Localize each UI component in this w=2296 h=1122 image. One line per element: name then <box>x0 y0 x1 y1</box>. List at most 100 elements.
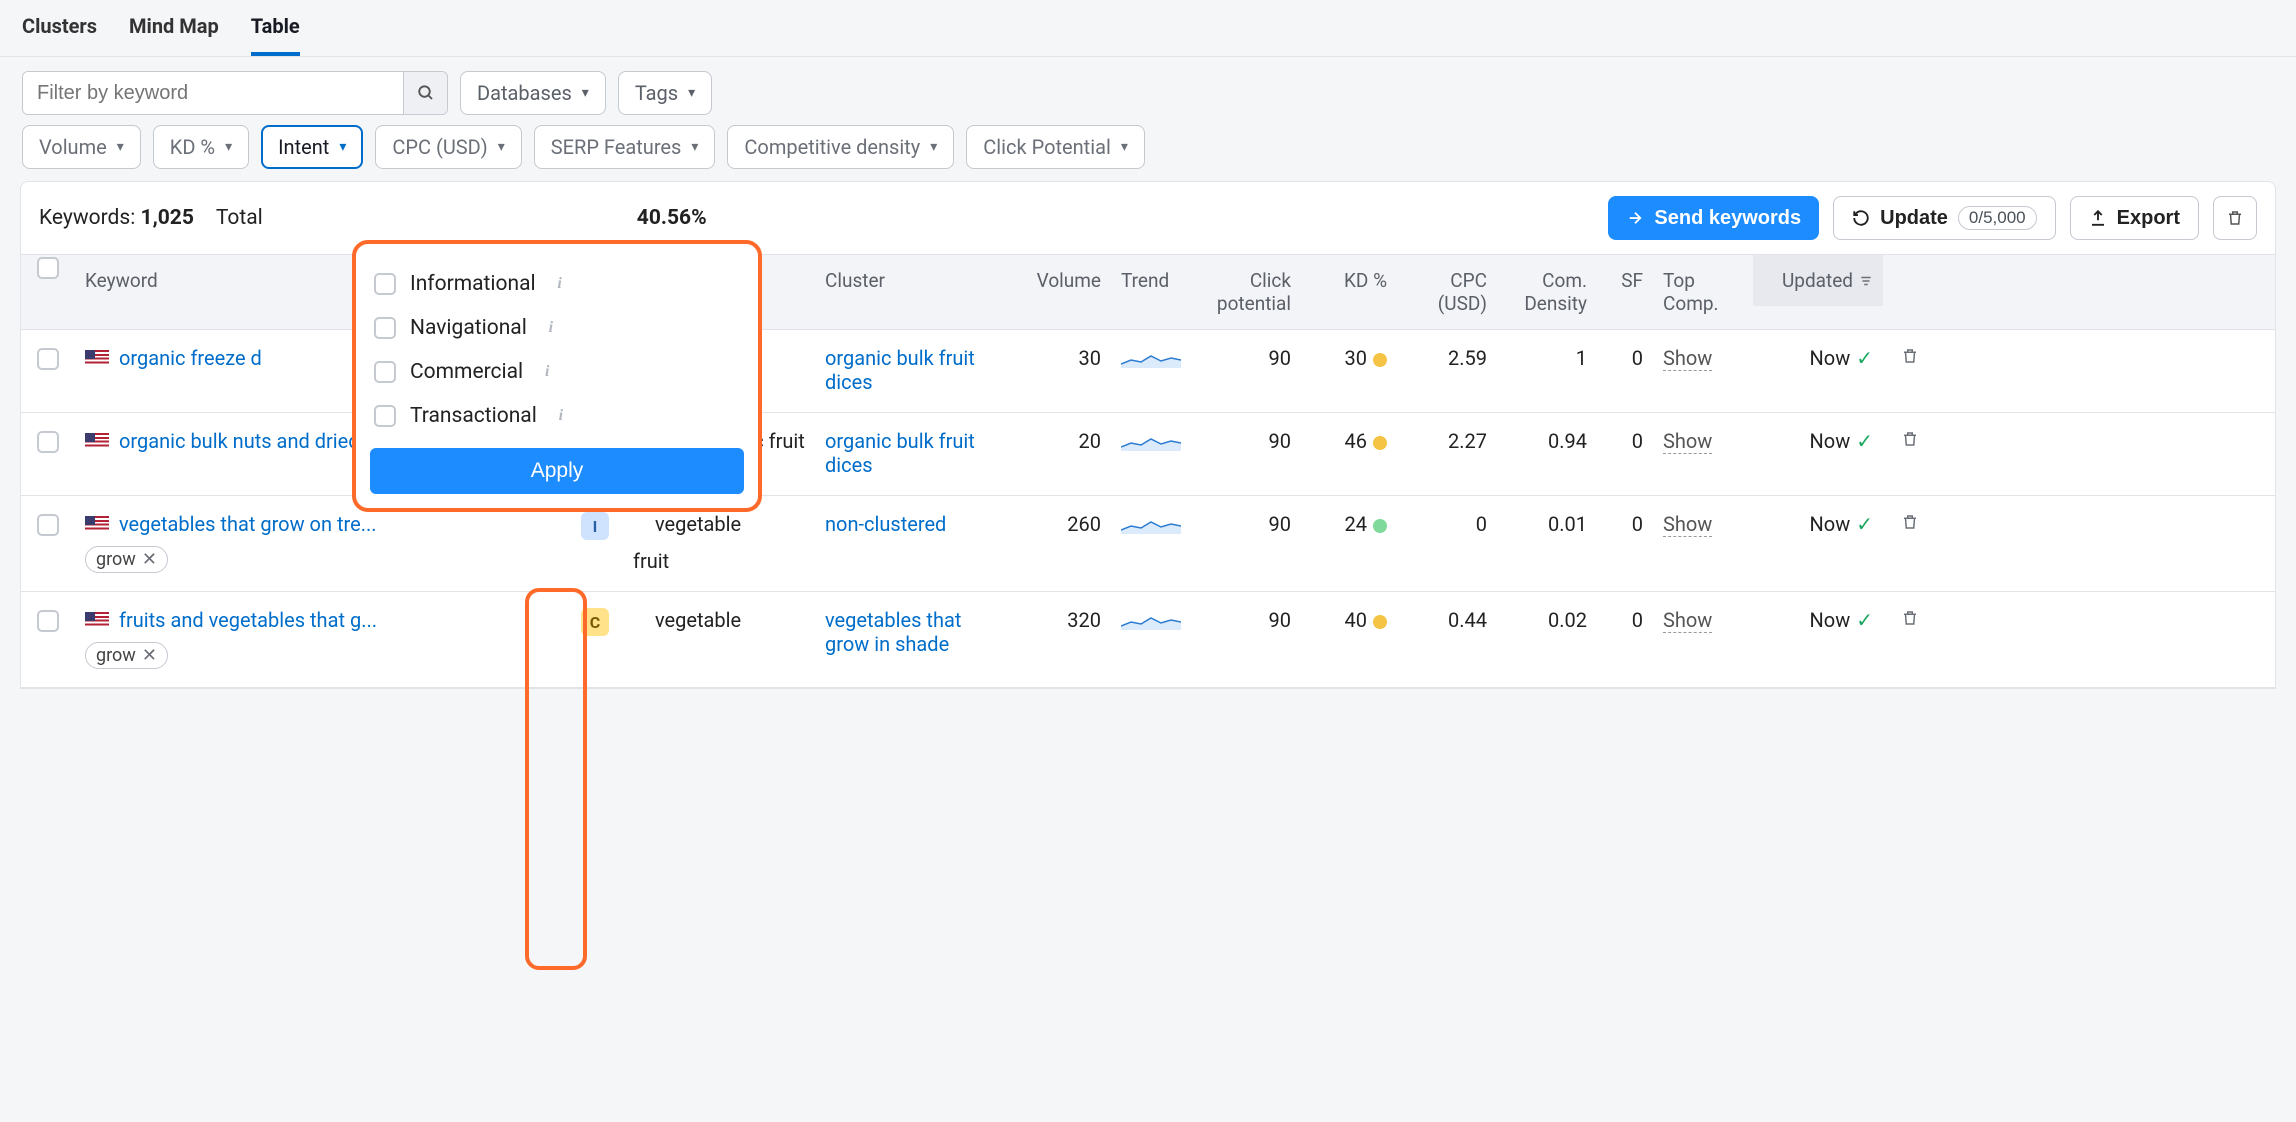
tag-chip[interactable]: grow✕ <box>85 642 168 669</box>
cpc-filter[interactable]: CPC (USD) ▾ <box>375 125 521 169</box>
show-competitors-link[interactable]: Show <box>1663 429 1712 454</box>
send-keywords-label: Send keywords <box>1654 207 1801 230</box>
keyword-link[interactable]: organic bulk nuts and dried ... <box>119 429 380 453</box>
kd-filter[interactable]: KD % ▾ <box>153 125 249 169</box>
update-button[interactable]: Update 0/5,000 <box>1833 196 2056 240</box>
cluster-link[interactable]: vegetables that grow in shade <box>825 608 961 656</box>
seed-fragment-behind: fruit <box>633 549 669 573</box>
kd-value: 30 <box>1301 346 1397 370</box>
intent-opt-navigational[interactable]: Navigational i <box>370 306 744 350</box>
kd-difficulty-dot <box>1373 615 1387 629</box>
keyword-search <box>22 71 448 115</box>
row-checkbox[interactable] <box>37 610 59 632</box>
tags-filter[interactable]: Tags ▾ <box>618 71 712 115</box>
info-icon[interactable]: i <box>551 406 571 426</box>
col-click-potential[interactable]: Click potential <box>1191 255 1301 329</box>
com-density-value: 0.01 <box>1497 512 1597 536</box>
checkbox[interactable] <box>374 273 396 295</box>
tab-mind-map[interactable]: Mind Map <box>129 14 219 56</box>
competitive-density-filter[interactable]: Competitive density ▾ <box>727 125 954 169</box>
volume-filter[interactable]: Volume ▾ <box>22 125 141 169</box>
row-checkbox[interactable] <box>37 348 59 370</box>
row-checkbox[interactable] <box>37 514 59 536</box>
intent-label: Intent <box>278 135 329 159</box>
col-trend[interactable]: Trend <box>1111 255 1191 306</box>
trash-icon[interactable] <box>1901 346 1919 366</box>
delete-all-button[interactable] <box>2213 196 2257 240</box>
info-icon[interactable]: i <box>550 274 570 294</box>
trash-icon[interactable] <box>1901 429 1919 449</box>
trash-icon[interactable] <box>1901 512 1919 532</box>
col-updated[interactable]: Updated <box>1753 255 1883 306</box>
info-icon[interactable]: i <box>541 318 561 338</box>
col-kd[interactable]: KD % <box>1301 255 1397 306</box>
table-row: fruits and vegetables that g...grow✕Cveg… <box>21 592 2275 688</box>
col-cpc[interactable]: CPC (USD) <box>1397 255 1497 329</box>
tab-table[interactable]: Table <box>251 14 300 56</box>
trash-icon <box>2226 208 2244 228</box>
intent-badge-informational: I <box>581 512 609 540</box>
col-volume[interactable]: Volume <box>1005 255 1111 306</box>
checkbox[interactable] <box>374 405 396 427</box>
total-label: Total <box>216 206 263 230</box>
cluster-link[interactable]: organic bulk fruit dices <box>825 346 975 394</box>
intent-opt-commercial[interactable]: Commercial i <box>370 350 744 394</box>
send-keywords-button[interactable]: Send keywords <box>1608 196 1819 240</box>
chevron-down-icon: ▾ <box>498 139 505 155</box>
col-com-density[interactable]: Com. Density <box>1497 255 1597 329</box>
show-competitors-link[interactable]: Show <box>1663 608 1712 633</box>
close-icon[interactable]: ✕ <box>142 645 157 666</box>
click-potential-filter[interactable]: Click Potential ▾ <box>966 125 1145 169</box>
click-potential-value: 90 <box>1191 512 1301 536</box>
avg-value: 40.56% <box>637 206 707 230</box>
export-button[interactable]: Export <box>2070 196 2199 240</box>
keywords-count-value: 1,025 <box>141 206 194 230</box>
update-label: Update <box>1880 207 1948 230</box>
close-icon[interactable]: ✕ <box>142 549 157 570</box>
select-all-checkbox[interactable] <box>37 257 59 279</box>
keyword-link[interactable]: fruits and vegetables that g... <box>119 608 377 632</box>
row-checkbox[interactable] <box>37 431 59 453</box>
update-counter: 0/5,000 <box>1958 206 2037 230</box>
com-density-value: 1 <box>1497 346 1597 370</box>
sf-value: 0 <box>1597 429 1653 453</box>
intent-apply-button[interactable]: Apply <box>370 448 744 494</box>
cpc-value: 0 <box>1397 512 1497 536</box>
col-cluster[interactable]: Cluster <box>815 255 1005 306</box>
volume-value: 20 <box>1005 429 1111 453</box>
sort-icon <box>1859 274 1873 288</box>
checkbox[interactable] <box>374 317 396 339</box>
intent-opt-label: Navigational <box>410 316 527 340</box>
trend-sparkline <box>1121 346 1181 368</box>
click-potential-value: 90 <box>1191 429 1301 453</box>
intent-filter[interactable]: Intent ▾ <box>261 125 363 169</box>
cluster-link[interactable]: organic bulk fruit dices <box>825 429 975 477</box>
trend-sparkline <box>1121 429 1181 451</box>
tab-clusters[interactable]: Clusters <box>22 14 97 56</box>
keyword-link[interactable]: vegetables that grow on tre... <box>119 512 377 536</box>
keyword-search-input[interactable] <box>23 72 403 114</box>
keyword-search-button[interactable] <box>403 72 447 114</box>
sf-value: 0 <box>1597 346 1653 370</box>
intent-opt-informational[interactable]: Informational i <box>370 262 744 306</box>
serp-features-filter[interactable]: SERP Features ▾ <box>534 125 716 169</box>
filter-bar-2: Volume ▾ KD % ▾ Intent ▾ CPC (USD) ▾ SER… <box>0 115 2296 181</box>
serp-label: SERP Features <box>551 135 682 159</box>
cluster-link[interactable]: non-clustered <box>825 512 946 536</box>
intent-opt-transactional[interactable]: Transactional i <box>370 394 744 438</box>
tag-chip[interactable]: grow✕ <box>85 546 168 573</box>
chevron-down-icon: ▾ <box>1121 139 1128 155</box>
info-icon[interactable]: i <box>537 362 557 382</box>
show-competitors-link[interactable]: Show <box>1663 346 1712 371</box>
show-competitors-link[interactable]: Show <box>1663 512 1712 537</box>
keyword-link[interactable]: organic freeze d <box>119 346 262 370</box>
kd-difficulty-dot <box>1373 519 1387 533</box>
kd-label: KD % <box>170 135 215 159</box>
databases-filter[interactable]: Databases ▾ <box>460 71 606 115</box>
checkbox[interactable] <box>374 361 396 383</box>
refresh-icon <box>1852 209 1870 227</box>
trash-icon[interactable] <box>1901 608 1919 628</box>
col-top-comp[interactable]: Top Comp. <box>1653 255 1753 329</box>
kd-value: 24 <box>1301 512 1397 536</box>
col-sf[interactable]: SF <box>1597 255 1653 306</box>
